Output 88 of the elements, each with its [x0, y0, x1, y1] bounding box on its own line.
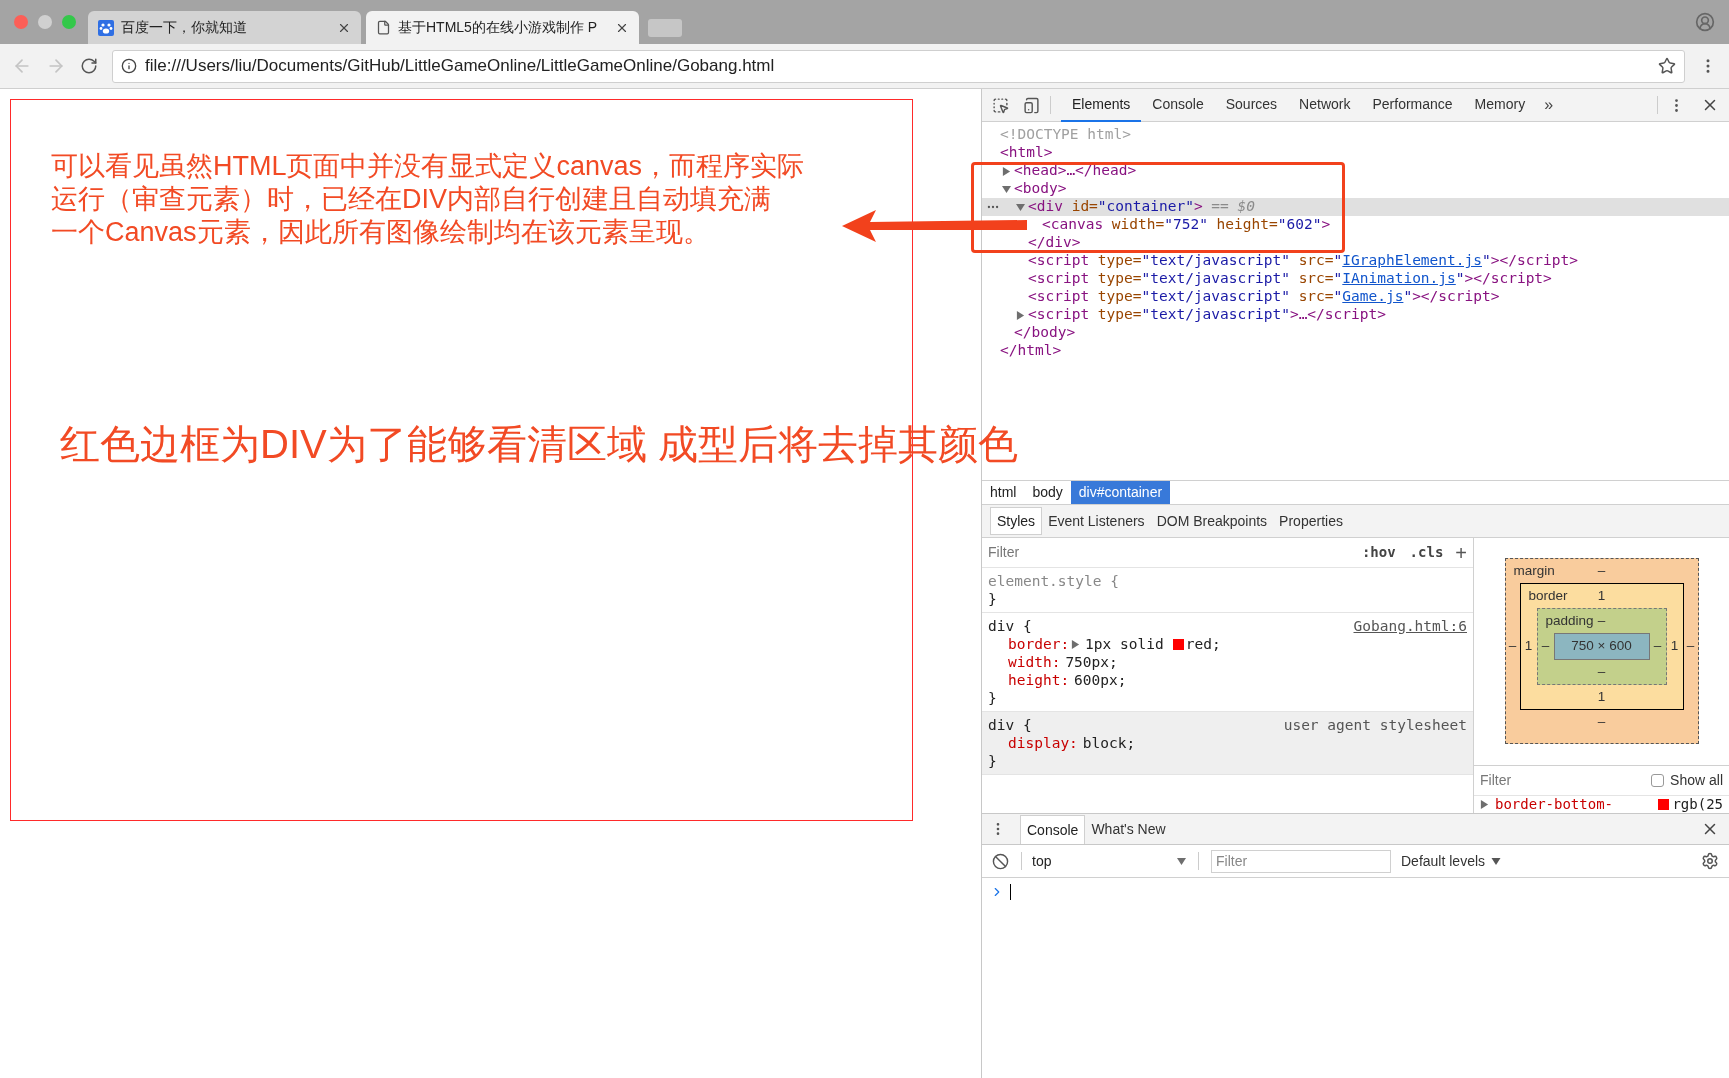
- devtools-tab[interactable]: Sources: [1214, 88, 1289, 122]
- property-value: block;: [1082, 734, 1136, 752]
- box-value: –: [1685, 637, 1696, 656]
- collapsed-triangle-icon[interactable]: [1016, 310, 1025, 320]
- drawer-tab[interactable]: What's New: [1085, 815, 1172, 844]
- box-label: padding: [1544, 611, 1594, 630]
- selector: div {: [988, 617, 1032, 635]
- box-value: –: [1652, 637, 1663, 656]
- show-all-checkbox[interactable]: [1651, 774, 1665, 787]
- selected-dom-row[interactable]: <div id="container"> == $0: [982, 198, 1729, 216]
- box-value: 1: [1597, 586, 1606, 605]
- property-value: 600px;: [1074, 671, 1127, 689]
- content-size-box: 750 × 600: [1553, 633, 1650, 660]
- tab-title: 百度一下，你就知道: [121, 18, 248, 37]
- browser-tab[interactable]: 基于HTML5的在线小游戏制作 P: [366, 11, 639, 44]
- tab-title: 基于HTML5的在线小游戏制作 P: [398, 18, 599, 37]
- info-icon[interactable]: [121, 58, 137, 74]
- devtools-tab[interactable]: Memory: [1463, 88, 1537, 122]
- selector: element.style {: [988, 572, 1119, 590]
- rule-close-brace: }: [988, 591, 997, 607]
- box-value: –: [1597, 561, 1606, 580]
- console-filter-field[interactable]: Filter: [1211, 849, 1391, 873]
- url-text: file:///Users/liu/Documents/GitHub/LittleGameOnline/LittleGameOnline/Gobang.html: [145, 55, 776, 78]
- inspect-icon[interactable]: [992, 96, 1009, 114]
- panel-tab[interactable]: Styles: [990, 507, 1043, 535]
- property-value: 1px solid: [1085, 635, 1164, 653]
- computed-property-value: rgb(25: [1672, 795, 1723, 814]
- panel-tab[interactable]: Event Listeners: [1042, 507, 1151, 535]
- rule-close-brace: }: [988, 753, 997, 769]
- address-field[interactable]: file:///Users/liu/Documents/GitHub/LittleGameOnline/LittleGameOnline/Gobang.html: [112, 49, 1685, 83]
- panel-tab[interactable]: Properties: [1273, 507, 1349, 535]
- selector: div {: [988, 716, 1032, 734]
- devtools-tab[interactable]: Console: [1141, 88, 1215, 122]
- caret-icon: [1491, 856, 1502, 866]
- box-value: –: [1540, 637, 1551, 656]
- expanded-triangle-icon[interactable]: [1177, 856, 1186, 866]
- collapsed-triangle-icon[interactable]: [1480, 800, 1489, 809]
- text-cursor: [1010, 884, 1011, 900]
- class-toggle[interactable]: .cls: [1409, 542, 1444, 563]
- box-value: –: [1507, 637, 1518, 656]
- styles-filter-field[interactable]: Filter: [988, 542, 1362, 563]
- box-value: 1: [1597, 687, 1606, 706]
- property-name: width:: [1008, 653, 1061, 671]
- browser-tab[interactable]: 百度一下，你就知道: [88, 11, 361, 44]
- property-name: height:: [1008, 671, 1070, 689]
- settings-icon[interactable]: [1701, 852, 1719, 870]
- expanded-triangle-icon[interactable]: [1002, 184, 1011, 194]
- more-tabs-button[interactable]: »: [1536, 93, 1562, 117]
- new-rule-button[interactable]: +: [1455, 542, 1467, 563]
- breadcrumb[interactable]: body: [1024, 481, 1071, 504]
- box-value: –: [1597, 611, 1606, 630]
- log-levels-dropdown[interactable]: Default levels: [1401, 850, 1502, 872]
- breadcrumb[interactable]: html: [982, 481, 1025, 504]
- computed-filter-field[interactable]: Filter: [1480, 770, 1652, 791]
- property-value: red;: [1185, 635, 1221, 653]
- color-swatch[interactable]: [1172, 638, 1184, 650]
- show-all-label: Show all: [1670, 771, 1723, 790]
- panel-tab[interactable]: DOM Breakpoints: [1150, 507, 1274, 535]
- devtools-tab[interactable]: Network: [1288, 88, 1362, 122]
- breadcrumb[interactable]: div#container: [1070, 481, 1171, 504]
- annotation-note: 可以看见虽然HTML页面中并没有显式定义canvas，而程序实际 运行（审查元素）时，已经在DIV内部自行创建且自动填充满 一个Canvas元素，因此所有图像绘制均在该元素呈现。: [51, 150, 805, 249]
- box-value: –: [1597, 712, 1606, 731]
- collapsed-triangle-icon[interactable]: [1002, 166, 1011, 176]
- box-value: 1: [1523, 637, 1534, 656]
- source-label: user agent stylesheet: [1283, 716, 1467, 734]
- device-icon[interactable]: [1023, 96, 1040, 114]
- page-icon: [376, 20, 391, 35]
- drawer-tab[interactable]: Console: [1020, 815, 1086, 844]
- box-value: 1: [1669, 637, 1680, 656]
- reload-icon[interactable]: [80, 57, 98, 75]
- box-label: margin: [1512, 561, 1555, 580]
- property-name: display:: [1008, 734, 1078, 752]
- devtools-tab[interactable]: Performance: [1361, 88, 1464, 122]
- clear-console-icon[interactable]: [992, 852, 1009, 870]
- property-value: 750px;: [1065, 653, 1118, 671]
- expanded-triangle-icon[interactable]: [1016, 202, 1025, 212]
- rule-close-brace: }: [988, 690, 997, 706]
- box-value: –: [1597, 662, 1606, 681]
- hover-state-toggle[interactable]: :hov: [1361, 542, 1396, 563]
- source-link[interactable]: Gobang.html:6: [1353, 617, 1467, 635]
- collapsed-triangle-icon[interactable]: [1071, 639, 1081, 649]
- computed-property-name: border-bottom-: [1495, 795, 1614, 814]
- bookmark-star-icon[interactable]: [1658, 57, 1676, 75]
- devtools-tab[interactable]: Elements: [1061, 88, 1142, 122]
- property-name: border:: [1008, 635, 1070, 653]
- paw-icon: [98, 19, 114, 36]
- box-label: border: [1527, 586, 1568, 605]
- context-select[interactable]: top: [1032, 850, 1186, 872]
